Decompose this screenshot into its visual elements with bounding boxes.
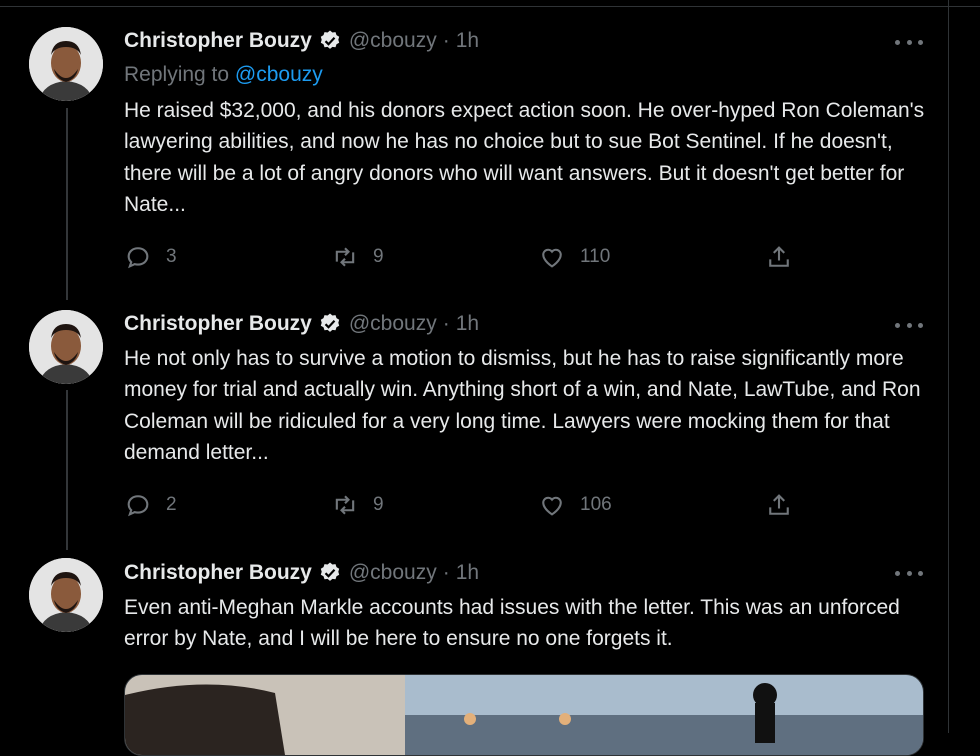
tweet-text: He not only has to survive a motion to d… (124, 347, 921, 464)
like-button[interactable]: 106 (538, 490, 612, 520)
retweet-icon (335, 247, 355, 267)
author-name[interactable]: Christopher Bouzy (124, 312, 312, 336)
thread-connector (66, 390, 68, 550)
tweet-header: Christopher Bouzy @cbouzy · 1h (124, 26, 479, 56)
retweet-button[interactable]: 9 (331, 490, 384, 520)
share-icon (769, 494, 789, 515)
like-button[interactable]: 110 (538, 242, 610, 272)
more-dots-icon[interactable] (895, 315, 923, 335)
thread-connector (66, 108, 68, 300)
author-name[interactable]: Christopher Bouzy (124, 561, 312, 585)
separator-dot: · (442, 29, 450, 52)
replying-to: Replying to @cbouzy (124, 63, 323, 87)
reply-count: 2 (166, 494, 177, 515)
heart-icon (542, 248, 562, 268)
tweet-header: Christopher Bouzy @cbouzy · 1h (124, 309, 479, 339)
avatar-image (29, 27, 103, 101)
tweet-header: Christopher Bouzy @cbouzy · 1h (124, 558, 479, 588)
more-dots-icon[interactable] (895, 32, 923, 52)
more-dots-icon[interactable] (895, 563, 923, 583)
tweet-text: He raised $32,000, and his donors expect… (124, 99, 925, 216)
reply-button[interactable]: 3 (124, 242, 177, 272)
top-border (0, 0, 980, 7)
speech-bubble-icon (127, 247, 149, 269)
separator-dot: · (442, 561, 450, 584)
media-image (125, 675, 923, 755)
separator-dot: · (442, 312, 450, 335)
share-button[interactable] (765, 242, 793, 272)
like-count: 106 (580, 494, 612, 515)
verified-badge-icon (320, 562, 340, 581)
reply-button[interactable]: 2 (124, 490, 177, 520)
timestamp[interactable]: 1h (456, 561, 479, 585)
replying-to-label: Replying to (124, 63, 230, 86)
tweet-media[interactable] (124, 674, 924, 756)
share-icon (769, 246, 789, 267)
reply-count: 3 (166, 246, 177, 267)
author-handle[interactable]: @cbouzy (349, 312, 437, 336)
verified-badge-icon (320, 30, 340, 49)
avatar[interactable] (29, 310, 103, 384)
tweet-actions: 2 9 106 (124, 490, 924, 520)
share-button[interactable] (765, 490, 793, 520)
heart-icon (542, 496, 562, 516)
timestamp[interactable]: 1h (456, 29, 479, 53)
speech-bubble-icon (127, 495, 149, 517)
retweet-count: 9 (373, 246, 384, 267)
retweet-button[interactable]: 9 (331, 242, 384, 272)
author-handle[interactable]: @cbouzy (349, 561, 437, 585)
author-handle[interactable]: @cbouzy (349, 29, 437, 53)
avatar-image (29, 310, 103, 384)
column-border (948, 0, 949, 733)
avatar[interactable] (29, 27, 103, 101)
retweet-icon (335, 495, 355, 515)
tweet-text: Even anti-Meghan Markle accounts had iss… (124, 596, 900, 651)
avatar[interactable] (29, 558, 103, 632)
tweet-actions: 3 9 110 (124, 242, 924, 272)
timestamp[interactable]: 1h (456, 312, 479, 336)
author-name[interactable]: Christopher Bouzy (124, 29, 312, 53)
like-count: 110 (580, 246, 611, 267)
avatar-image (29, 558, 103, 632)
mention-link[interactable]: @cbouzy (235, 63, 323, 86)
verified-badge-icon (320, 313, 340, 332)
retweet-count: 9 (373, 494, 384, 515)
